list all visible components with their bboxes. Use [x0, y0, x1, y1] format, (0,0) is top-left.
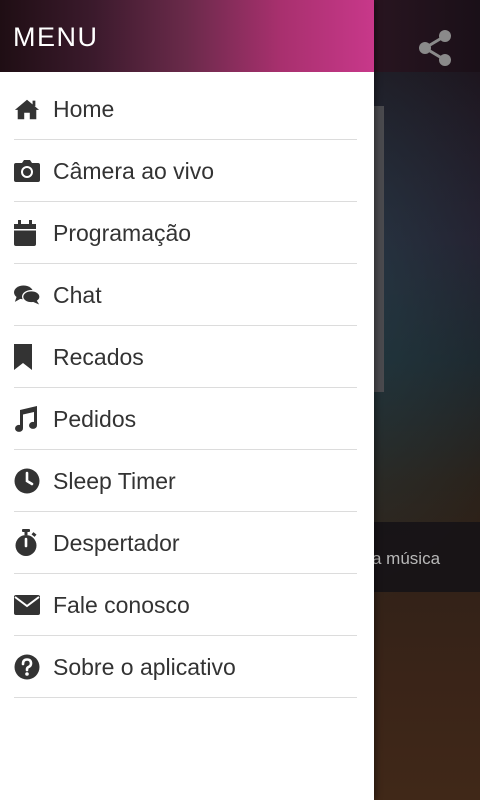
music-note-icon [14, 406, 40, 432]
bookmark-icon [14, 344, 40, 370]
drawer-title: MENU [13, 22, 99, 52]
menu-item-label: Pedidos [53, 405, 137, 432]
menu-item-programacao[interactable]: Programação [14, 203, 357, 264]
menu-item-label: Sobre o aplicativo [53, 653, 236, 680]
menu-item-fale-conosco[interactable]: Fale conosco [14, 575, 357, 636]
menu-item-label: Home [53, 95, 115, 122]
envelope-icon [14, 592, 40, 618]
now-playing-text: a música [372, 549, 441, 568]
menu-item-label: Fale conosco [53, 591, 190, 618]
calendar-icon [14, 220, 40, 246]
menu-item-label: Despertador [53, 529, 180, 556]
navigation-drawer: MENU Home Câmera ao vivo Programação Cha… [0, 0, 374, 800]
menu-item-label: Chat [53, 281, 102, 308]
chat-icon [14, 282, 40, 308]
drawer-header: MENU [0, 0, 374, 72]
menu-list: Home Câmera ao vivo Programação Chat Rec… [14, 79, 357, 699]
menu-item-pedidos[interactable]: Pedidos [14, 389, 357, 450]
menu-item-camera[interactable]: Câmera ao vivo [14, 141, 357, 202]
stopwatch-icon [14, 529, 40, 556]
menu-item-sleep-timer[interactable]: Sleep Timer [14, 451, 357, 512]
share-icon[interactable] [416, 28, 454, 68]
clock-icon [14, 468, 40, 494]
menu-item-label: Programação [53, 219, 192, 246]
menu-item-despertador[interactable]: Despertador [14, 513, 357, 574]
menu-item-label: Câmera ao vivo [53, 157, 215, 184]
question-circle-icon [14, 654, 40, 680]
menu-item-recados[interactable]: Recados [14, 327, 357, 388]
menu-item-label: Sleep Timer [53, 467, 176, 494]
menu-item-home[interactable]: Home [14, 79, 357, 140]
home-icon [14, 96, 40, 122]
camera-icon [14, 158, 40, 184]
menu-item-label: Recados [53, 343, 144, 370]
menu-item-sobre[interactable]: Sobre o aplicativo [14, 637, 357, 698]
menu-item-chat[interactable]: Chat [14, 265, 357, 326]
